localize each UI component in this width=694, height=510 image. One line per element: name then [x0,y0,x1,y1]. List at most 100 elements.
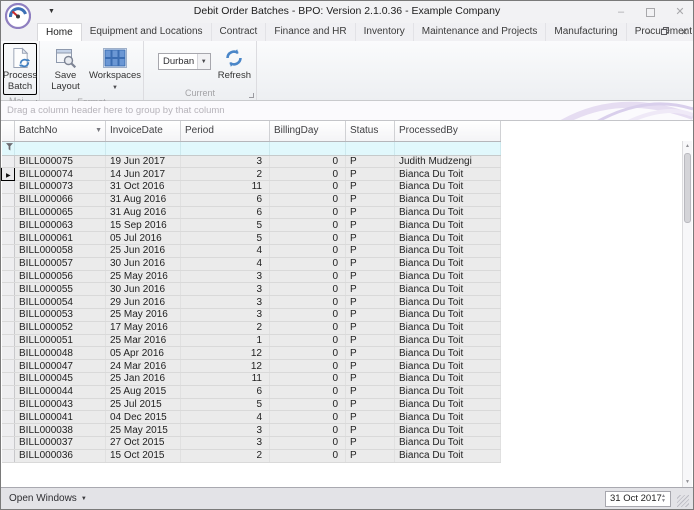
cell-period[interactable]: 6 [181,193,270,206]
cell-batchno[interactable]: BILL000054 [15,296,106,309]
chevron-down-icon[interactable]: ▼ [197,54,210,69]
scroll-up-icon[interactable]: ▲ [683,141,692,151]
cell-status[interactable]: P [346,334,395,347]
cell-invoicedate[interactable]: 25 Jun 2016 [106,245,181,258]
cell-batchno[interactable]: BILL000041 [15,411,106,424]
cell-billingday[interactable]: 0 [270,321,346,334]
table-row[interactable]: BILL00005217 May 201620PBianca Du Toit [2,321,501,334]
cell-period[interactable]: 11 [181,373,270,386]
open-windows-button[interactable]: Open Windows ▼ [9,493,87,504]
app-logo-icon[interactable] [5,3,31,29]
cell-status[interactable]: P [346,168,395,181]
column-header-status[interactable]: Status [346,121,395,141]
cell-period[interactable]: 3 [181,283,270,296]
cell-batchno[interactable]: BILL000056 [15,270,106,283]
cell-batchno[interactable]: BILL000075 [15,155,106,168]
cell-period[interactable]: 2 [181,449,270,462]
cell-processedby[interactable]: Bianca Du Toit [395,449,501,462]
cell-processedby[interactable]: Bianca Du Toit [395,232,501,245]
column-header-period[interactable]: Period [181,121,270,141]
cell-batchno[interactable]: BILL000073 [15,181,106,194]
cell-status[interactable]: P [346,245,395,258]
column-header-billingday[interactable]: BillingDay [270,121,346,141]
table-row[interactable]: BILL00003615 Oct 201520PBianca Du Toit [2,449,501,462]
cell-processedby[interactable]: Bianca Du Toit [395,181,501,194]
row-indicator[interactable]: ▶ [2,168,15,181]
row-indicator[interactable] [2,232,15,245]
column-filter-dropdown-icon[interactable]: ▼ [95,127,102,134]
table-row[interactable]: BILL00004805 Apr 2016120PBianca Du Toit [2,347,501,360]
cell-period[interactable]: 3 [181,155,270,168]
row-indicator[interactable] [2,411,15,424]
cell-batchno[interactable]: BILL000043 [15,398,106,411]
column-header-batchno[interactable]: BatchNo▼ [15,121,106,141]
cell-period[interactable]: 3 [181,437,270,450]
cell-invoicedate[interactable]: 31 Oct 2016 [106,181,181,194]
cell-invoicedate[interactable]: 25 May 2016 [106,270,181,283]
cell-status[interactable]: P [346,181,395,194]
row-indicator[interactable] [2,193,15,206]
cell-processedby[interactable]: Bianca Du Toit [395,321,501,334]
table-row[interactable]: BILL00007331 Oct 2016110PBianca Du Toit [2,181,501,194]
mdi-restore-button[interactable] [661,27,669,37]
cell-period[interactable]: 3 [181,270,270,283]
mdi-close-button[interactable]: ✕ [680,28,688,37]
table-row[interactable]: BILL00004104 Dec 201540PBianca Du Toit [2,411,501,424]
cell-status[interactable]: P [346,360,395,373]
process-batch-button[interactable]: Process Batch [3,43,37,95]
cell-invoicedate[interactable]: 25 May 2015 [106,424,181,437]
auto-filter-cell-billingday[interactable] [270,141,346,155]
cell-period[interactable]: 2 [181,168,270,181]
row-indicator[interactable] [2,181,15,194]
cell-billingday[interactable]: 0 [270,257,346,270]
cell-period[interactable]: 4 [181,411,270,424]
row-indicator[interactable] [2,347,15,360]
auto-filter-cell-invoicedate[interactable] [106,141,181,155]
cell-period[interactable]: 12 [181,360,270,373]
cell-status[interactable]: P [346,257,395,270]
cell-invoicedate[interactable]: 17 May 2016 [106,321,181,334]
row-indicator[interactable] [2,360,15,373]
dialog-launcher-icon[interactable] [249,93,254,98]
cell-period[interactable]: 12 [181,347,270,360]
cell-billingday[interactable]: 0 [270,398,346,411]
row-indicator[interactable] [2,155,15,168]
row-indicator[interactable] [2,424,15,437]
cell-batchno[interactable]: BILL000057 [15,257,106,270]
row-indicator[interactable] [2,449,15,462]
cell-processedby[interactable]: Bianca Du Toit [395,334,501,347]
table-row[interactable]: BILL00007519 Jun 201730PJudith Mudzengi [2,155,501,168]
date-field[interactable]: 31 Oct 2017 ▲▼ [605,491,671,507]
cell-invoicedate[interactable]: 25 Mar 2016 [106,334,181,347]
row-indicator[interactable] [2,219,15,232]
cell-period[interactable]: 5 [181,232,270,245]
cell-batchno[interactable]: BILL000065 [15,206,106,219]
cell-invoicedate[interactable]: 15 Sep 2016 [106,219,181,232]
row-indicator[interactable] [2,321,15,334]
cell-billingday[interactable]: 0 [270,360,346,373]
cell-invoicedate[interactable]: 15 Oct 2015 [106,449,181,462]
cell-batchno[interactable]: BILL000074 [15,168,106,181]
table-row[interactable]: ▶BILL00007414 Jun 201720PBianca Du Toit [2,168,501,181]
save-layout-button[interactable]: Save Layout [42,43,89,95]
maximize-button[interactable] [646,8,655,17]
tab-contract[interactable]: Contract [212,23,267,41]
cell-period[interactable]: 11 [181,181,270,194]
tab-manufacturing[interactable]: Manufacturing [546,23,626,41]
cell-billingday[interactable]: 0 [270,296,346,309]
cell-processedby[interactable]: Bianca Du Toit [395,424,501,437]
cell-billingday[interactable]: 0 [270,155,346,168]
tab-maintenance-and-projects[interactable]: Maintenance and Projects [414,23,547,41]
cell-invoicedate[interactable]: 27 Oct 2015 [106,437,181,450]
cell-billingday[interactable]: 0 [270,206,346,219]
cell-billingday[interactable]: 0 [270,424,346,437]
scrollbar-thumb[interactable] [684,153,691,223]
table-row[interactable]: BILL00003825 May 201530PBianca Du Toit [2,424,501,437]
cell-billingday[interactable]: 0 [270,437,346,450]
mdi-minimize-button[interactable]: – [645,28,650,37]
cell-invoicedate[interactable]: 14 Jun 2017 [106,168,181,181]
cell-status[interactable]: P [346,449,395,462]
cell-status[interactable]: P [346,411,395,424]
table-row[interactable]: BILL00006631 Aug 201660PBianca Du Toit [2,193,501,206]
cell-billingday[interactable]: 0 [270,309,346,322]
